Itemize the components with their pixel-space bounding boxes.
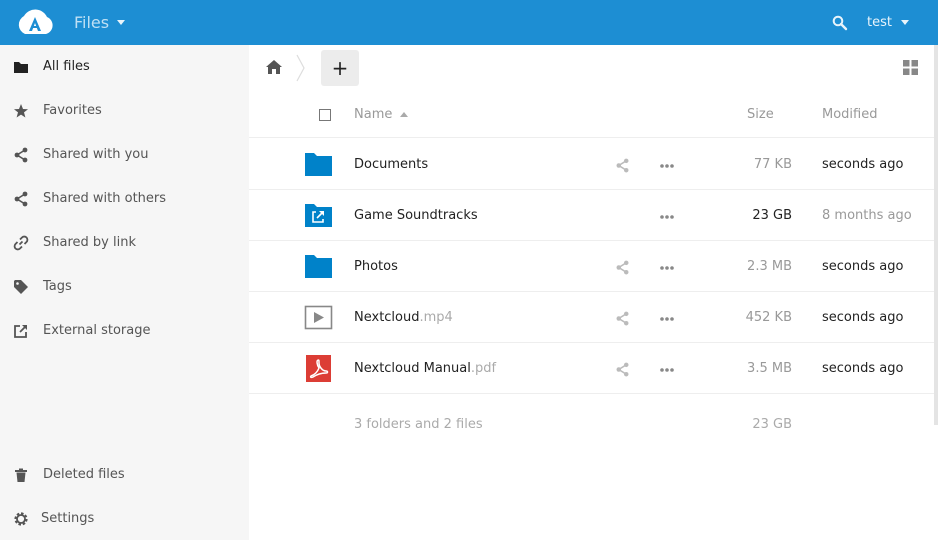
tag-icon (13, 279, 29, 295)
username: test (867, 15, 892, 30)
new-file-button[interactable]: + (321, 50, 359, 86)
external-icon (13, 323, 29, 339)
controls-bar: + (249, 45, 938, 90)
file-modified: seconds ago (822, 310, 904, 325)
sidebar-item-label: Deleted files (43, 467, 125, 482)
more-actions-icon[interactable] (657, 209, 677, 224)
share-icon[interactable] (615, 260, 630, 275)
file-name[interactable]: Game Soundtracks (354, 208, 478, 223)
grid-view-icon[interactable] (903, 60, 918, 75)
file-size: 23 GB (752, 208, 792, 223)
home-icon[interactable] (265, 59, 283, 75)
file-size: 2.3 MB (747, 259, 792, 274)
share-icon (13, 147, 29, 163)
sidebar-item-tags[interactable]: Tags (0, 265, 249, 309)
sidebar-item-label: External storage (43, 323, 151, 338)
file-row[interactable]: Nextcloud.mp4 452 KB seconds ago (249, 292, 938, 343)
file-modified: 8 months ago (822, 208, 912, 223)
sidebar-item-label: All files (43, 59, 90, 74)
sidebar-item-shared-with-you[interactable]: Shared with you (0, 133, 249, 177)
nextcloud-logo[interactable] (14, 8, 56, 36)
file-modified: seconds ago (822, 259, 904, 274)
file-list-summary: 3 folders and 2 files 23 GB (249, 395, 938, 435)
sidebar-item-label: Tags (43, 279, 72, 294)
file-size: 452 KB (745, 310, 792, 325)
file-row[interactable]: Game Soundtracks 23 GB 8 months ago (249, 190, 938, 241)
pdf-icon (306, 355, 331, 382)
file-modified: seconds ago (822, 361, 904, 376)
file-row[interactable]: Documents 77 KB seconds ago (249, 139, 938, 190)
file-name[interactable]: Photos (354, 259, 398, 274)
breadcrumb-separator-icon (296, 54, 305, 82)
link-icon (13, 235, 29, 251)
trash-icon (13, 467, 29, 483)
sidebar-item-settings[interactable]: Settings (0, 497, 249, 541)
file-size: 3.5 MB (747, 361, 792, 376)
user-menu[interactable]: test (867, 15, 909, 30)
share-icon[interactable] (615, 158, 630, 173)
summary-size: 23 GB (752, 417, 792, 432)
chevron-down-icon (900, 20, 909, 25)
sidebar-item-label: Favorites (43, 103, 102, 118)
more-actions-icon[interactable] (657, 158, 677, 173)
external-folder-icon (305, 204, 332, 227)
sidebar-item-label: Shared with others (43, 191, 167, 206)
sidebar-item-favorites[interactable]: Favorites (0, 89, 249, 133)
top-header-bar: Files test (0, 0, 938, 45)
sidebar-item-label: Shared by link (43, 235, 136, 250)
file-name[interactable]: Nextcloud.mp4 (354, 310, 453, 325)
share-icon (13, 191, 29, 207)
sidebar-item-label: Shared with you (43, 147, 149, 162)
file-modified: seconds ago (822, 157, 904, 172)
scrollbar[interactable] (934, 45, 938, 425)
more-actions-icon[interactable] (657, 260, 677, 275)
column-header-size[interactable]: Size (747, 107, 774, 122)
folder-icon (305, 153, 332, 176)
file-row[interactable]: Nextcloud Manual.pdf 3.5 MB seconds ago (249, 343, 938, 394)
column-label: Modified (822, 107, 878, 122)
sidebar-item-shared-with-others[interactable]: Shared with others (0, 177, 249, 221)
share-icon[interactable] (615, 311, 630, 326)
star-icon (13, 103, 29, 119)
search-icon[interactable] (832, 15, 848, 31)
app-title: Files (74, 13, 110, 32)
share-icon[interactable] (615, 362, 630, 377)
gear-icon (13, 511, 29, 527)
column-label: Size (747, 107, 774, 122)
more-actions-icon[interactable] (657, 311, 677, 326)
folder-icon (305, 255, 332, 278)
chevron-down-icon (117, 20, 126, 25)
file-name[interactable]: Documents (354, 157, 428, 172)
folder-icon (13, 59, 29, 75)
sidebar-item-deleted-files[interactable]: Deleted files (0, 453, 249, 497)
summary-count: 3 folders and 2 files (354, 417, 483, 432)
sidebar-item-label: Settings (41, 511, 95, 526)
file-row[interactable]: Photos 2.3 MB seconds ago (249, 241, 938, 292)
sidebar: All files Favorites Shared with you Shar… (0, 45, 249, 540)
file-list-header: Name Size Modified (249, 92, 938, 138)
sidebar-item-all-files[interactable]: All files (0, 45, 249, 89)
select-all-checkbox[interactable] (319, 109, 331, 121)
sidebar-item-shared-by-link[interactable]: Shared by link (0, 221, 249, 265)
column-header-name[interactable]: Name (354, 107, 409, 122)
file-list-area: + Name Size Modified Documents 77 KB sec… (249, 45, 938, 540)
app-menu[interactable]: Files (74, 13, 126, 32)
sidebar-item-external-storage[interactable]: External storage (0, 309, 249, 353)
video-icon (304, 305, 333, 330)
column-label: Name (354, 107, 393, 122)
file-size: 77 KB (753, 157, 792, 172)
column-header-modified[interactable]: Modified (822, 107, 877, 122)
sort-ascending-icon (400, 112, 409, 117)
file-name[interactable]: Nextcloud Manual.pdf (354, 361, 496, 376)
more-actions-icon[interactable] (657, 362, 677, 377)
